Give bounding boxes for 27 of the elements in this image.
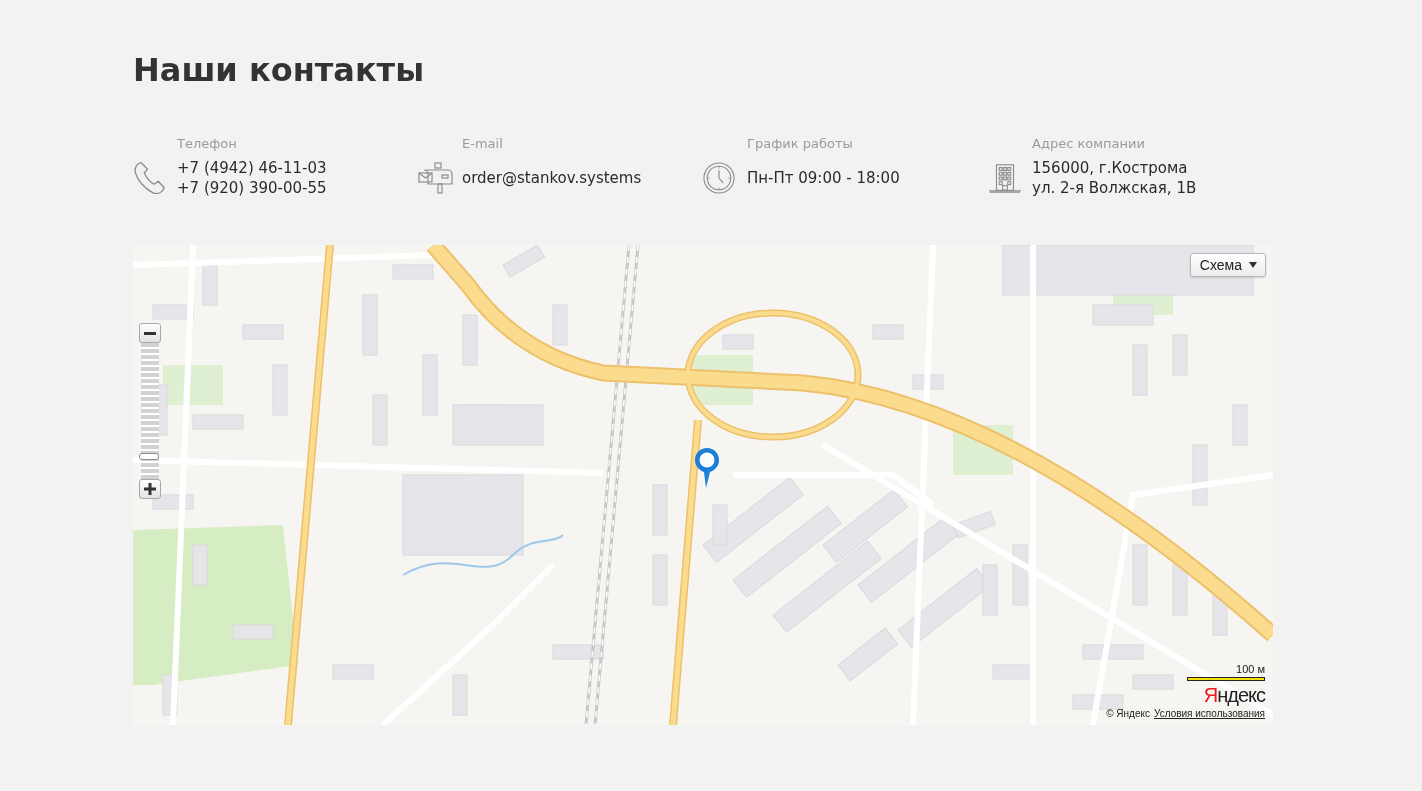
map-pin-icon <box>694 447 720 489</box>
contact-label: E-mail <box>462 136 503 152</box>
building-icon <box>988 162 1022 194</box>
scale-label: 100 м <box>1236 663 1265 676</box>
zoom-in-button[interactable] <box>139 479 161 499</box>
zoom-slider-thumb[interactable] <box>139 452 159 460</box>
caret-icon <box>1249 262 1257 268</box>
yandex-logo: Яндекс <box>1203 684 1265 706</box>
zoom-out-button[interactable] <box>139 323 161 343</box>
email-link[interactable]: order@stankov.systems <box>462 168 642 188</box>
plus-icon <box>144 483 156 495</box>
contact-label: Телефон <box>177 136 237 152</box>
address-line: ул. 2-я Волжская, 1В <box>1032 178 1197 198</box>
contact-label: Адрес компании <box>1032 136 1145 152</box>
phone-link[interactable]: +7 (4942) 46-11-03 <box>177 158 327 178</box>
contact-label: График работы <box>747 136 853 152</box>
phone-link[interactable]: +7 (920) 390-00-55 <box>177 178 327 198</box>
clock-icon <box>703 162 735 194</box>
minus-icon <box>144 331 156 335</box>
phone-icon <box>133 161 165 195</box>
terms-link[interactable]: Условия использования <box>1154 708 1265 720</box>
map-copyright: © Яндекс <box>1106 708 1150 720</box>
page-title: Наши контакты <box>133 50 425 91</box>
mailbox-icon <box>418 162 454 194</box>
working-hours-text: Пн-Пт 09:00 - 18:00 <box>747 168 900 188</box>
address-line: 156000, г.Кострома <box>1032 158 1188 178</box>
map-layer-button[interactable]: Схема <box>1189 253 1266 277</box>
